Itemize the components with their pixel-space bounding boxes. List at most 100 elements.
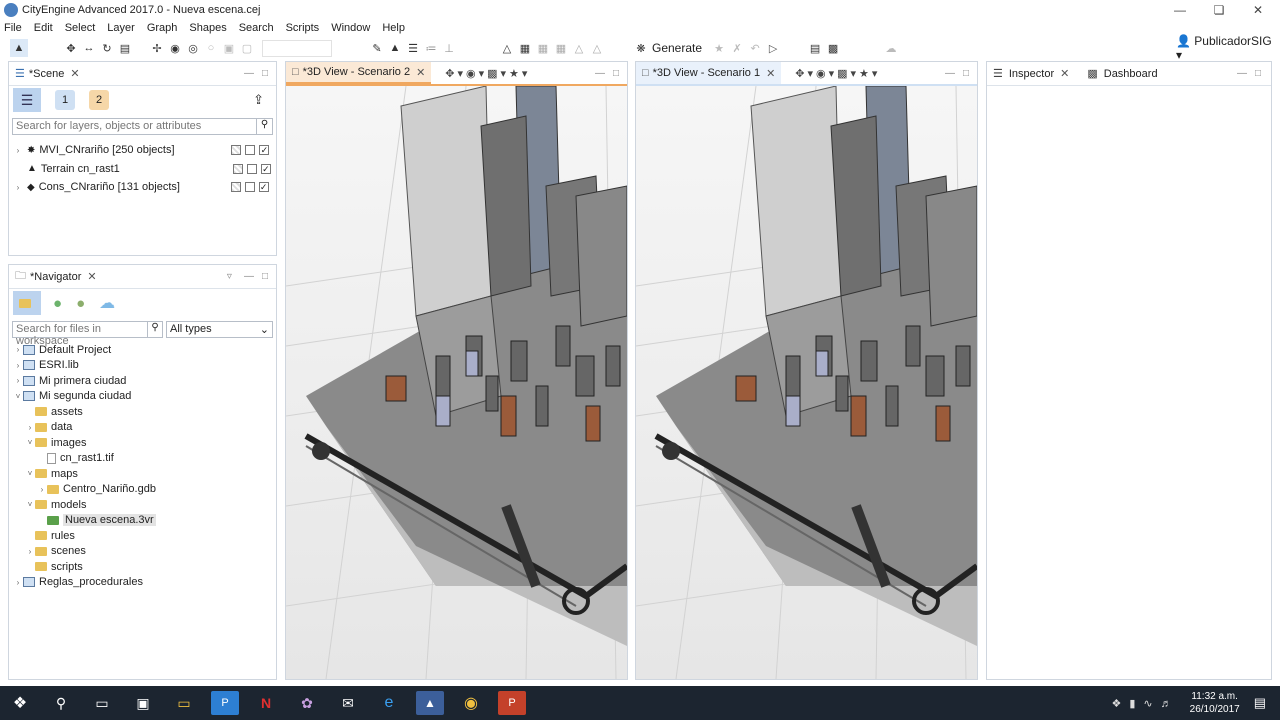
- menu-layer[interactable]: Layer: [107, 22, 135, 34]
- zoom-icon[interactable]: ▣: [220, 39, 238, 57]
- minimize-icon[interactable]: —: [595, 68, 605, 79]
- layers-icon[interactable]: ☰: [13, 88, 41, 112]
- layer-row[interactable]: › ◆ Cons_CNrariño [131 objects] ✓: [13, 178, 276, 197]
- lock-checkbox[interactable]: [231, 145, 242, 156]
- cloud-icon[interactable]: ☁: [882, 39, 900, 57]
- extrude-icon[interactable]: ▦: [516, 39, 534, 57]
- visible-checkbox[interactable]: ✓: [260, 163, 271, 174]
- tree-item[interactable]: › data: [13, 420, 276, 436]
- close-icon[interactable]: ✕: [87, 270, 96, 283]
- chevron-right-icon[interactable]: ›: [13, 578, 23, 587]
- clock[interactable]: 11:32 a.m. 26/10/2017: [1190, 690, 1240, 716]
- rotate-icon[interactable]: ↻: [98, 39, 116, 57]
- menu-search[interactable]: Search: [239, 22, 274, 34]
- tree-item[interactable]: › scenes: [13, 544, 276, 560]
- scene-search-input[interactable]: Search for layers, objects or attributes: [12, 118, 257, 135]
- minimize-icon[interactable]: —: [1237, 68, 1247, 79]
- locked-checkbox[interactable]: [244, 182, 255, 193]
- maximize-icon[interactable]: □: [613, 68, 619, 79]
- tree-item[interactable]: ˅ models: [13, 497, 276, 513]
- tree-item[interactable]: scripts: [13, 559, 276, 575]
- minimize-icon[interactable]: —: [244, 68, 254, 79]
- close-button[interactable]: ✕: [1238, 0, 1278, 20]
- search-icon[interactable]: ⚲: [47, 691, 75, 715]
- pan-icon[interactable]: ○: [202, 39, 220, 57]
- globe-icon[interactable]: ●: [53, 295, 62, 312]
- app-p-icon[interactable]: P: [211, 691, 239, 715]
- undo-icon[interactable]: ↶: [746, 39, 764, 57]
- type-filter-select[interactable]: All types ⌄: [166, 321, 273, 338]
- chevron-down-icon[interactable]: ˅: [13, 392, 23, 401]
- mail-icon[interactable]: ✉: [334, 691, 362, 715]
- camera-icon[interactable]: ◉: [166, 39, 184, 57]
- user-menu[interactable]: 👤 PublicadorSIG ▾: [1176, 34, 1280, 62]
- search-icon[interactable]: ⚲: [148, 321, 163, 338]
- menu-help[interactable]: Help: [382, 22, 405, 34]
- notifications-icon[interactable]: ▤: [1254, 695, 1266, 711]
- tree-item[interactable]: rules: [13, 528, 276, 544]
- tab-scene[interactable]: ☰ *Scene ✕: [9, 62, 86, 86]
- draw-icon[interactable]: ✎: [368, 39, 386, 57]
- chevron-right-icon[interactable]: ›: [25, 423, 35, 432]
- system-tray-icons[interactable]: ❖▮∿♬: [1112, 697, 1180, 710]
- cloud-icon[interactable]: ☁: [99, 293, 115, 313]
- tab-navigator[interactable]: 🗀 *Navigator ✕: [9, 265, 103, 289]
- move-icon[interactable]: ✥: [62, 39, 80, 57]
- menu-shapes[interactable]: Shapes: [189, 22, 226, 34]
- maximize-icon[interactable]: □: [1255, 68, 1261, 79]
- share-icon[interactable]: ⇪: [253, 92, 264, 108]
- portal-icon[interactable]: ●: [76, 295, 85, 312]
- netflix-icon[interactable]: N: [252, 691, 280, 715]
- close-icon[interactable]: ✕: [416, 66, 425, 79]
- grid-icon[interactable]: ☰: [404, 39, 422, 57]
- toolbar-search-box[interactable]: [262, 39, 332, 57]
- street-icon[interactable]: ▲: [386, 39, 404, 57]
- menu-edit[interactable]: Edit: [34, 22, 53, 34]
- ruler-icon[interactable]: ▤: [806, 39, 824, 57]
- terrain-icon[interactable]: △: [588, 39, 606, 57]
- regenerate-icon[interactable]: ★: [710, 39, 728, 57]
- close-icon[interactable]: ✕: [70, 67, 79, 80]
- maximize-icon[interactable]: □: [262, 271, 268, 282]
- tree-item[interactable]: › Default Project: [13, 342, 276, 358]
- scenario-1-button[interactable]: 1: [55, 90, 75, 110]
- menu-window[interactable]: Window: [331, 22, 370, 34]
- tree-item[interactable]: › Reglas_procedurales: [13, 575, 276, 591]
- chevron-right-icon[interactable]: ›: [25, 547, 35, 556]
- shape-icon[interactable]: △: [498, 39, 516, 57]
- chevron-down-icon[interactable]: ˅: [25, 438, 35, 447]
- tab-view-scenario-1[interactable]: □ *3D View - Scenario 1 ✕: [636, 62, 782, 84]
- chevron-right-icon[interactable]: ›: [13, 376, 23, 385]
- view-menu-icon[interactable]: ▿: [227, 271, 232, 282]
- menu-scripts[interactable]: Scripts: [286, 22, 320, 34]
- folder-view-icon[interactable]: [13, 291, 41, 315]
- layer-row[interactable]: ▲ Terrain cn_rast1 ✓: [13, 160, 276, 179]
- chevron-right-icon[interactable]: ›: [13, 345, 23, 354]
- windows-start-icon[interactable]: ❖: [6, 691, 34, 715]
- align-icon[interactable]: ≔: [422, 39, 440, 57]
- minimize-icon[interactable]: —: [244, 271, 254, 282]
- cleanup-icon[interactable]: ✗: [728, 39, 746, 57]
- tab-view-scenario-2[interactable]: □ *3D View - Scenario 2 ✕: [286, 62, 432, 84]
- chevron-right-icon[interactable]: ›: [37, 485, 47, 494]
- app-icon[interactable]: ✿: [293, 691, 321, 715]
- orbit-icon[interactable]: ◎: [184, 39, 202, 57]
- close-icon[interactable]: ✕: [766, 67, 775, 80]
- maximize-button[interactable]: ❏: [1199, 0, 1239, 20]
- play-icon[interactable]: ▷: [764, 39, 782, 57]
- expand-icon[interactable]: ›: [13, 146, 23, 155]
- split-icon[interactable]: ▦: [534, 39, 552, 57]
- tree-item[interactable]: assets: [13, 404, 276, 420]
- scenario-2-button[interactable]: 2: [89, 90, 109, 110]
- chevron-down-icon[interactable]: ˅: [25, 500, 35, 509]
- clean-icon[interactable]: △: [570, 39, 588, 57]
- generate-icon[interactable]: ❋: [632, 39, 650, 57]
- bookmark-icon[interactable]: ▢: [238, 39, 256, 57]
- select-tool-icon[interactable]: ▲: [10, 39, 28, 57]
- view-tools[interactable]: ✥▾◉▾▩▾★▾: [445, 67, 530, 80]
- tab-inspector[interactable]: ☰ Inspector ✕: [987, 62, 1075, 86]
- tree-item[interactable]: ˅ images: [13, 435, 276, 451]
- edge-icon[interactable]: e: [375, 691, 403, 715]
- tab-dashboard[interactable]: ▩ Dashboard: [1081, 62, 1163, 86]
- navigate-icon[interactable]: ✢: [148, 39, 166, 57]
